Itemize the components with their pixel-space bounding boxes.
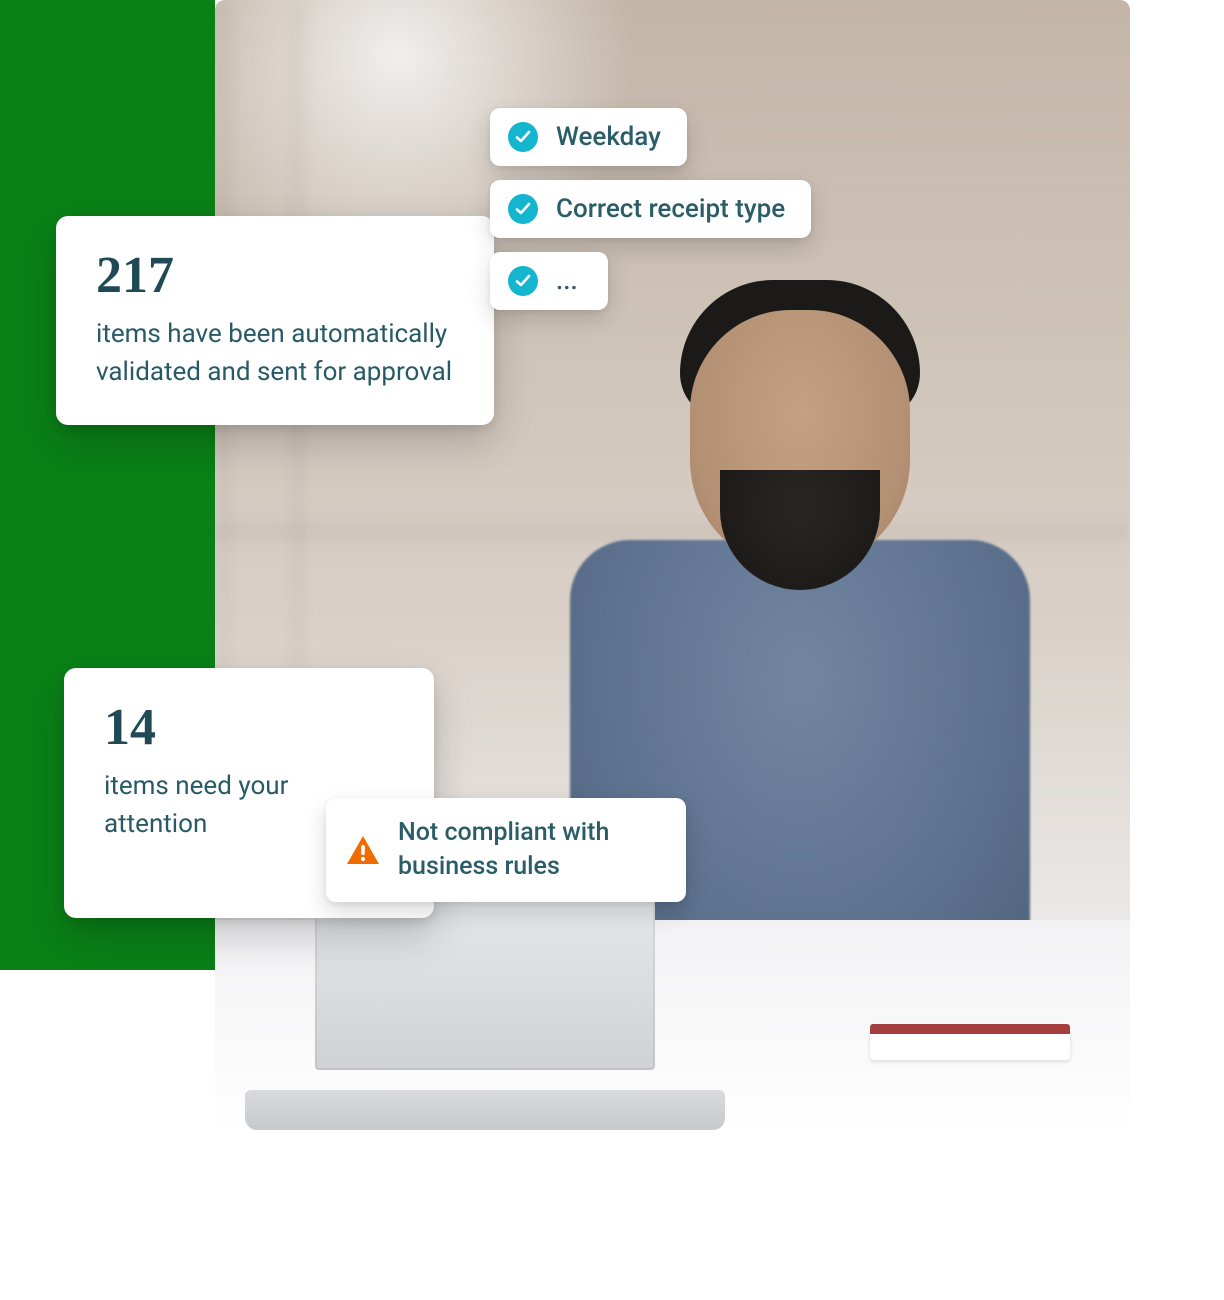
warning-icon [346,835,380,865]
validation-tag-weekday: Weekday [490,108,687,166]
checkmark-icon [508,266,538,296]
validated-items-text: items have been automatically validated … [96,316,454,391]
validation-tag-label: Weekday [556,122,661,152]
validation-tag-label: Correct receipt type [556,194,785,224]
checkmark-icon [508,194,538,224]
validation-tag-receipt-type: Correct receipt type [490,180,811,238]
validation-tag-label: ... [556,266,578,296]
warning-tag-label: Not compliant with business rules [398,816,660,884]
validated-items-count: 217 [96,250,454,302]
background-photo [215,0,1130,1130]
validation-tag-more: ... [490,252,608,310]
validated-items-card: 217 items have been automatically valida… [56,216,494,425]
notebook-illustration [870,1030,1070,1060]
checkmark-icon [508,122,538,152]
warning-tag-noncompliant: Not compliant with business rules [326,798,686,902]
marketing-graphic: 217 items have been automatically valida… [0,0,1130,1130]
attention-items-count: 14 [104,702,394,754]
